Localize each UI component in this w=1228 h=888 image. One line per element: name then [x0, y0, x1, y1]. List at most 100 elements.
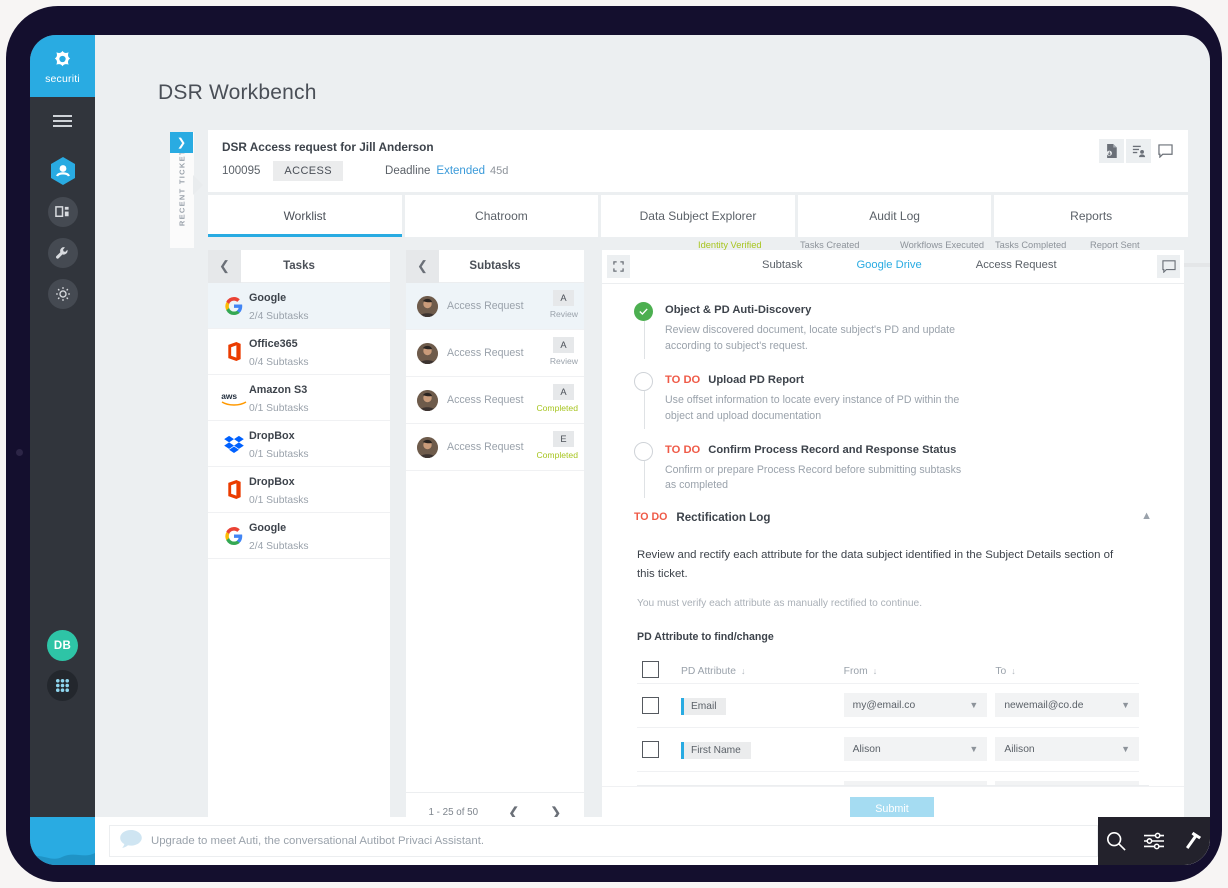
- step-connector: [643, 390, 645, 429]
- step-connector: [643, 321, 645, 359]
- from-value-select[interactable]: Alison ▼: [843, 737, 988, 762]
- subtask-name: Access Request: [447, 347, 524, 359]
- subtasks-pane-title: Subtasks: [469, 260, 521, 272]
- rectification-lead-text: Review and rectify each attribute for th…: [637, 549, 1114, 581]
- expand-icon[interactable]: [607, 255, 630, 278]
- tab-worklist[interactable]: Worklist: [208, 195, 402, 237]
- select-all-checkbox[interactable]: [642, 661, 659, 679]
- task-subtasks: 0/1 Subtasks: [249, 494, 309, 506]
- comment-icon[interactable]: [1153, 139, 1178, 163]
- breadcrumb-google-drive[interactable]: Google Drive: [856, 259, 921, 271]
- rectification-log-header[interactable]: TO DO Rectification Log ▲: [602, 506, 1184, 528]
- list-item[interactable]: Access Request E Completed: [406, 424, 584, 471]
- checklist-step: TO DO Confirm Process Record and Response…: [602, 441, 1184, 499]
- left-nav-rail: securiti DB: [30, 35, 95, 865]
- list-item[interactable]: Access Request A Review: [406, 330, 584, 377]
- empty-circle-icon[interactable]: [634, 441, 653, 461]
- office365-icon: [219, 342, 249, 361]
- hammer-icon[interactable]: [1182, 831, 1202, 851]
- svg-text:aws: aws: [221, 390, 237, 400]
- todo-tag: TO DO: [665, 443, 701, 456]
- table-row[interactable]: DropBox 0/1 Subtasks: [208, 421, 390, 467]
- list-item[interactable]: Access Request A Completed: [406, 377, 584, 424]
- privacy-hex-icon[interactable]: [48, 156, 78, 186]
- table-row[interactable]: aws Amazon S3 0/1 Subtasks: [208, 375, 390, 421]
- deadline-days: 45d: [490, 165, 509, 177]
- chevron-down-icon: ▼: [969, 744, 979, 755]
- row-checkbox[interactable]: [642, 696, 659, 714]
- rectification-log-body: Review and rectify each attribute for th…: [602, 546, 1184, 816]
- breadcrumb-subtask: Subtask: [762, 259, 803, 271]
- app-screen: securiti DB DSR Workbench RECENT TICKETS…: [30, 35, 1210, 865]
- detail-header: Subtask Google Drive Access Request: [602, 250, 1184, 283]
- tablet-bezel: securiti DB DSR Workbench RECENT TICKETS…: [6, 6, 1222, 882]
- breadcrumb: Subtask Google Drive Access Request: [762, 259, 1057, 271]
- chevron-up-icon[interactable]: ▲: [1141, 510, 1152, 522]
- aws-icon: aws: [219, 390, 249, 406]
- rail-decorative-wave: [30, 817, 95, 865]
- recent-tickets-toggle[interactable]: ❯: [170, 132, 193, 153]
- avatar: [417, 295, 438, 317]
- gear-icon[interactable]: [47, 279, 78, 309]
- dashboard-icon[interactable]: [47, 197, 78, 227]
- chat-input[interactable]: Upgrade to meet Auti, the conversational…: [109, 825, 1098, 857]
- apps-grid-icon[interactable]: [47, 670, 78, 701]
- chat-bubble-icon: [120, 829, 142, 853]
- sort-down-icon[interactable]: ↓: [873, 666, 878, 676]
- tab-chatroom[interactable]: Chatroom: [404, 195, 599, 237]
- table-row[interactable]: Office365 0/4 Subtasks: [208, 329, 390, 375]
- comment-icon[interactable]: [1157, 255, 1180, 278]
- step-title-text: Confirm Process Record and Response Stat…: [708, 443, 957, 456]
- column-header-to: To: [995, 665, 1007, 677]
- row-checkbox[interactable]: [642, 740, 659, 758]
- avatar[interactable]: DB: [47, 630, 78, 661]
- page-title: DSR Workbench: [158, 81, 317, 104]
- checklist-step: Object & PD Auti-Discovery Review discov…: [602, 302, 1184, 359]
- hamburger-icon[interactable]: [30, 97, 95, 145]
- subtask-name: Access Request: [447, 300, 524, 312]
- tab-reports[interactable]: Reports: [994, 195, 1188, 237]
- filter-sliders-icon[interactable]: [1143, 831, 1165, 851]
- from-value: Alison: [852, 743, 881, 755]
- stage-label-tasks-completed: Tasks Completed: [995, 240, 1067, 250]
- empty-circle-icon[interactable]: [634, 371, 653, 391]
- column-header-from: From: [843, 665, 868, 677]
- sort-down-icon[interactable]: ↓: [741, 666, 746, 676]
- assign-user-icon[interactable]: [1126, 139, 1151, 163]
- table-row: Email my@email.co ▼ newemail@co.de ▼: [637, 684, 1139, 728]
- search-icon[interactable]: [1106, 831, 1126, 851]
- ticket-header-card: DSR Access request for Jill Anderson 100…: [208, 130, 1210, 267]
- deadline-value[interactable]: Extended: [436, 165, 485, 177]
- tab-audit-log[interactable]: Audit Log: [797, 195, 992, 237]
- list-item[interactable]: Access Request A Review: [406, 283, 584, 330]
- sort-down-icon[interactable]: ↓: [1011, 666, 1016, 676]
- wrench-icon[interactable]: [47, 238, 78, 268]
- detail-body: Object & PD Auti-Discovery Review discov…: [602, 283, 1184, 832]
- step-description: Use offset information to locate every i…: [665, 393, 960, 422]
- tasks-back-button[interactable]: ❮: [208, 249, 241, 283]
- upload-document-icon[interactable]: [1099, 139, 1124, 163]
- subtasks-back-button[interactable]: ❮: [406, 249, 439, 283]
- to-value-select[interactable]: Ailison ▼: [995, 737, 1139, 762]
- main-tabs: Worklist Chatroom Data Subject Explorer …: [208, 195, 1188, 237]
- table-row[interactable]: Google 2/4 Subtasks: [208, 283, 390, 329]
- task-name: Google: [249, 521, 287, 534]
- table-row[interactable]: Google 2/4 Subtasks: [208, 513, 390, 559]
- table-row[interactable]: DropBox 0/1 Subtasks: [208, 467, 390, 513]
- task-name: Amazon S3: [249, 383, 308, 396]
- todo-tag: TO DO: [634, 511, 668, 524]
- tab-data-subject-explorer[interactable]: Data Subject Explorer: [601, 195, 795, 237]
- ticket-meta: 100095 ACCESS Deadline Extended 45d: [222, 161, 508, 181]
- subtasks-pane: ❮ Subtasks Access Request A Review Acces…: [406, 249, 584, 832]
- recent-tickets-notch: [193, 175, 203, 195]
- tasks-pane-header: ❮ Tasks: [208, 249, 390, 283]
- to-value-select[interactable]: newemail@co.de ▼: [995, 693, 1139, 718]
- subtask-state: Completed: [536, 403, 578, 413]
- from-value-select[interactable]: my@email.co ▼: [843, 693, 988, 718]
- status-badge: A: [553, 290, 574, 306]
- tab-audit-log-label: Audit Log: [869, 209, 920, 223]
- column-header-pd-attribute: PD Attribute: [681, 665, 736, 677]
- brand-logo[interactable]: securiti: [30, 35, 95, 97]
- check-circle-icon: [634, 302, 653, 321]
- bottom-bar-actions: [1098, 817, 1210, 865]
